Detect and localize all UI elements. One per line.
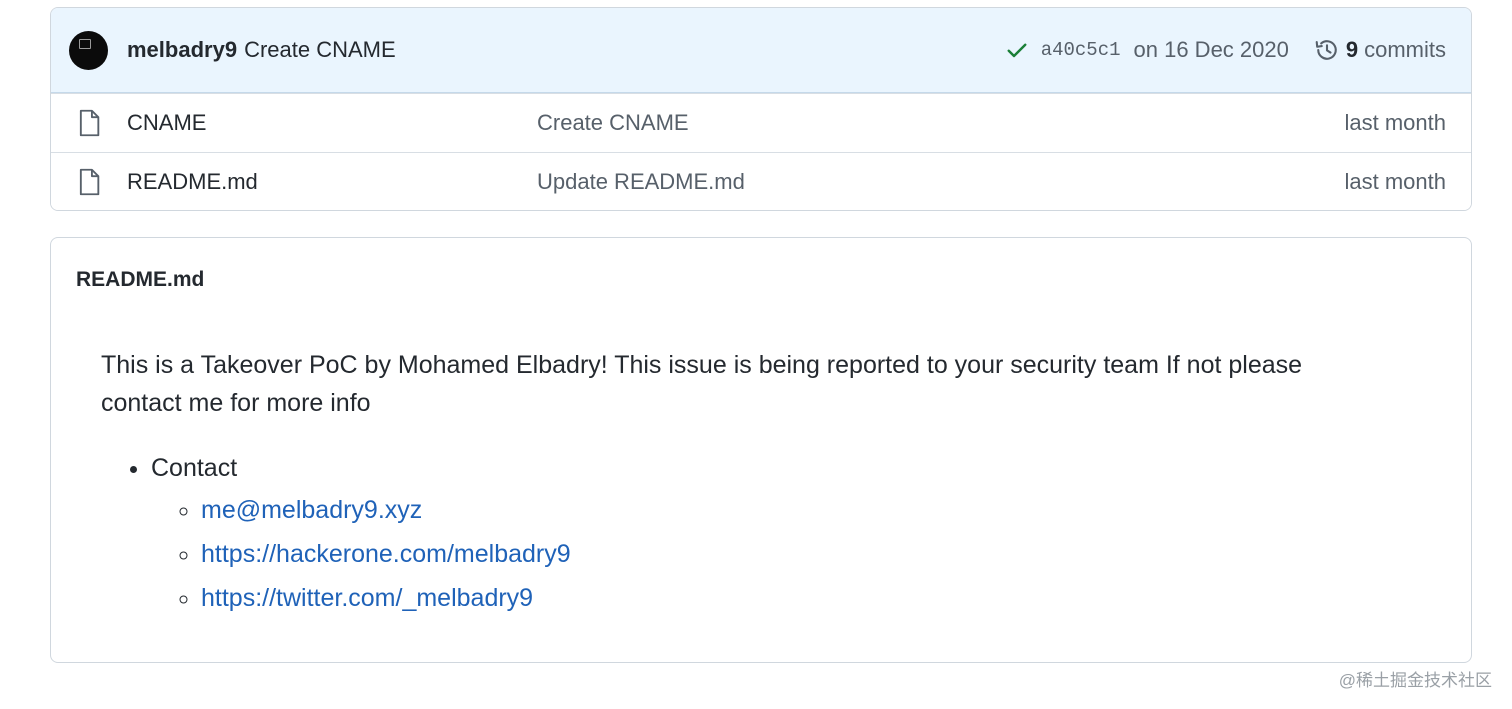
- file-age: last month: [1344, 110, 1447, 135]
- list-item: Contact me@melbadry9.xyz https://hackero…: [151, 450, 571, 620]
- readme-list: Contact me@melbadry9.xyz https://hackero…: [151, 450, 571, 620]
- file-row[interactable]: CNAME Create CNAME last month: [51, 93, 1471, 152]
- watermark: @稀土掘金技术社区: [1338, 671, 1492, 690]
- commits-label[interactable]: commits: [1364, 37, 1446, 63]
- file-name-link[interactable]: README.md: [127, 169, 537, 195]
- list-item: https://hackerone.com/melbadry9: [201, 532, 571, 576]
- file-row[interactable]: README.md Update README.md last month: [51, 152, 1471, 210]
- file-icon: [79, 168, 100, 196]
- commit-date: on 16 Dec 2020: [1133, 37, 1289, 62]
- file-name-link[interactable]: CNAME: [127, 110, 537, 136]
- file-age: last month: [1344, 169, 1447, 194]
- contact-links: me@melbadry9.xyz https://hackerone.com/m…: [201, 488, 571, 620]
- file-browser: melbadry9 Create CNAME a40c5c1 on 16 Dec…: [50, 7, 1472, 211]
- file-commit-message-link[interactable]: Update README.md: [537, 169, 1345, 195]
- hackerone-link[interactable]: https://hackerone.com/melbadry9: [201, 540, 571, 568]
- list-item: https://twitter.com/_melbadry9: [201, 576, 571, 620]
- twitter-link[interactable]: https://twitter.com/_melbadry9: [201, 584, 533, 612]
- readme-title[interactable]: README.md: [76, 268, 204, 292]
- commit-author-link[interactable]: melbadry9: [127, 37, 237, 63]
- readme-panel: README.md This is a Takeover PoC by Moha…: [50, 237, 1472, 663]
- commit-message-link[interactable]: Create CNAME: [244, 37, 396, 63]
- check-icon[interactable]: [1005, 38, 1029, 62]
- email-link[interactable]: me@melbadry9.xyz: [201, 496, 422, 524]
- commit-sha-link[interactable]: a40c5c1: [1041, 39, 1121, 61]
- avatar[interactable]: [69, 30, 108, 70]
- history-icon[interactable]: [1313, 36, 1341, 64]
- commits-count[interactable]: 9: [1346, 37, 1358, 63]
- file-icon: [79, 109, 100, 137]
- readme-paragraph: This is a Takeover PoC by Mohamed Elbadr…: [101, 351, 1303, 417]
- list-item: me@melbadry9.xyz: [201, 488, 571, 532]
- latest-commit-bar: melbadry9 Create CNAME a40c5c1 on 16 Dec…: [51, 8, 1471, 93]
- file-commit-message-link[interactable]: Create CNAME: [537, 110, 1345, 136]
- contact-label: Contact: [151, 454, 238, 482]
